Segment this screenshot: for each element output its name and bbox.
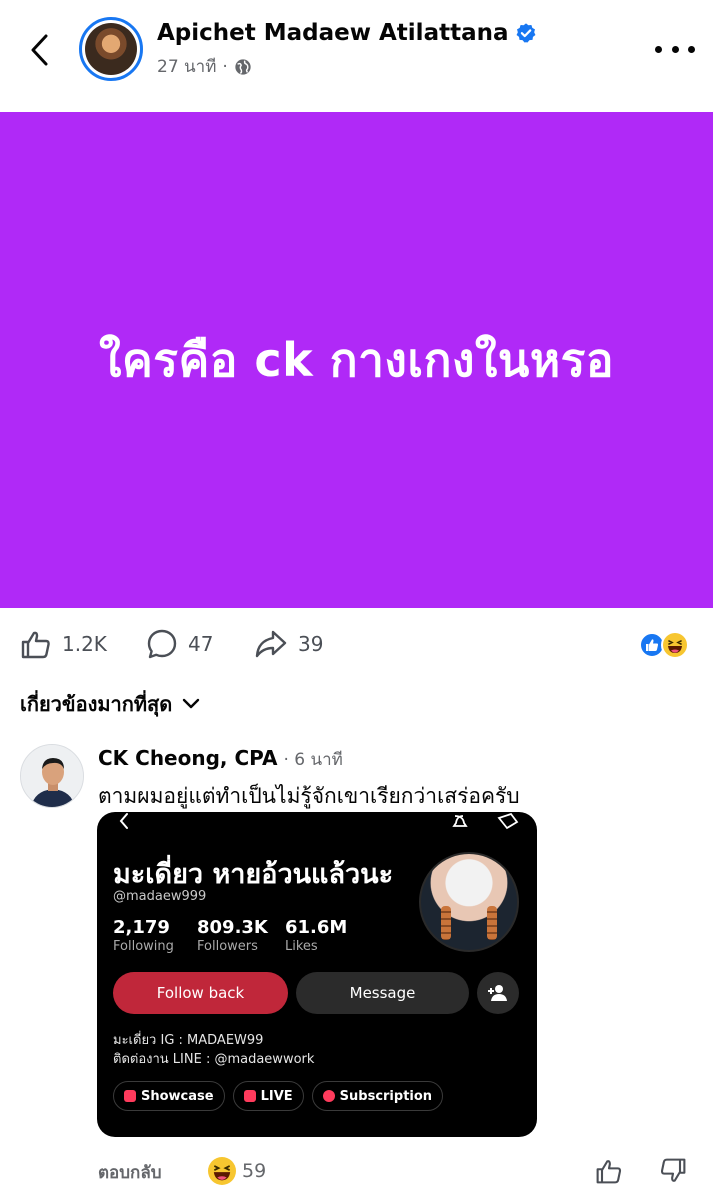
post-header: Apichet Madaew Atilattana 27 นาที ·: [0, 0, 713, 112]
chevron-left-icon: [31, 34, 48, 66]
comment-like-button[interactable]: [595, 1157, 623, 1189]
stat-label: Followers: [197, 939, 258, 954]
comment-footer: ตอบกลับ 59: [98, 1157, 698, 1187]
thumbs-up-icon: [21, 631, 50, 659]
globe-icon: [235, 58, 251, 75]
comment-header: CK Cheong, CPA · 6 นาที: [98, 746, 343, 773]
thumbs-down-icon: [660, 1158, 686, 1182]
stat-value: 809.3K: [197, 917, 268, 938]
dot-icon: [671, 45, 679, 53]
reply-button[interactable]: ตอบกลับ: [98, 1159, 162, 1186]
commenter-photo: [21, 745, 83, 807]
sort-label: เกี่ยวข้องมากที่สุด: [20, 692, 173, 716]
profile-chips: Showcase LIVE Subscription: [113, 1081, 444, 1111]
haha-reaction-icon: [208, 1157, 236, 1185]
more-options-button[interactable]: [655, 34, 695, 64]
meta-separator: ·: [222, 56, 228, 77]
shop-icon: [124, 1090, 136, 1102]
comment-time: · 6 นาที: [283, 750, 343, 770]
comment-reaction-count: 59: [242, 1160, 267, 1182]
stat-followers: 809.3K Followers: [197, 917, 268, 954]
chevron-down-icon: [183, 698, 200, 709]
earring-right: [487, 906, 497, 940]
post-action-bar: 1.2K 47 39: [0, 620, 713, 670]
bio-line: ติดต่องาน LINE : @madaewwork: [113, 1052, 315, 1067]
stat-label: Likes: [285, 939, 318, 954]
subscription-icon: [322, 1090, 335, 1102]
stat-value: 61.6M: [285, 917, 348, 938]
chip-showcase: Showcase: [113, 1081, 225, 1111]
comment-button[interactable]: 47: [146, 628, 213, 660]
stat-value: 2,179: [113, 917, 170, 938]
like-count: 1.2K: [62, 632, 107, 656]
share-button[interactable]: 39: [254, 628, 323, 660]
stat-following: 2,179 Following: [113, 917, 174, 954]
thumbs-up-icon: [596, 1160, 622, 1184]
add-user-icon: [488, 985, 507, 1001]
bio-line: มะเดี่ยว IG : MADAEW99: [113, 1033, 264, 1048]
post-meta: 27 นาที ·: [157, 53, 252, 80]
profile-bio: มะเดี่ยว IG : MADAEW99 ติดต่องาน LINE : …: [113, 1031, 314, 1069]
author-avatar[interactable]: [79, 17, 143, 81]
chip-label: Subscription: [339, 1088, 433, 1104]
comment-attached-image[interactable]: มะเดี่ยว หายอ้วนแล้วนะ @madaew999 2,179 …: [97, 812, 537, 1137]
cropped-top-icons: [119, 812, 519, 830]
post-text-background[interactable]: ใครคือ ck กางเกงในหรอ: [0, 112, 713, 608]
comment-reactions[interactable]: 59: [208, 1157, 266, 1185]
dot-icon: [655, 45, 662, 53]
message-button: Message: [296, 972, 469, 1014]
share-arrow-icon: [255, 630, 287, 658]
stat-likes: 61.6M Likes: [285, 917, 347, 954]
live-icon: [243, 1090, 256, 1102]
profile-handle: @madaew999: [113, 889, 207, 904]
back-button[interactable]: [22, 30, 56, 70]
post-time[interactable]: 27 นาที: [157, 53, 216, 80]
author-name[interactable]: Apichet Madaew Atilattana: [157, 20, 509, 46]
dot-icon: [688, 45, 695, 53]
comment-bubble-icon: [147, 629, 177, 659]
earring-left: [441, 906, 451, 940]
haha-reaction-icon: [661, 631, 689, 659]
stat-label: Following: [113, 939, 174, 954]
share-count: 39: [298, 632, 324, 656]
chip-live: LIVE: [232, 1081, 304, 1111]
profile-photo: [419, 852, 519, 952]
comment-count: 47: [188, 632, 214, 656]
chip-subscription: Subscription: [311, 1081, 444, 1111]
verified-badge-icon: [516, 23, 535, 43]
avatar-image: [85, 23, 137, 75]
add-friend-button: [477, 972, 519, 1014]
commenter-avatar[interactable]: [20, 744, 84, 808]
comment-sort-dropdown[interactable]: เกี่ยวข้องมากที่สุด: [20, 688, 200, 720]
chip-label: Showcase: [141, 1088, 214, 1104]
like-button[interactable]: 1.2K: [20, 628, 107, 660]
author-name-row[interactable]: Apichet Madaew Atilattana: [157, 20, 537, 46]
reaction-summary[interactable]: [639, 630, 695, 660]
follow-back-button: Follow back: [113, 972, 288, 1014]
post-text: ใครคือ ck กางเกงในหรอ: [99, 332, 614, 387]
commenter-name[interactable]: CK Cheong, CPA: [98, 746, 277, 770]
chip-label: LIVE: [260, 1088, 293, 1104]
comment-dislike-button[interactable]: [659, 1157, 687, 1189]
comment-text: ตามผมอยู่แต่ทำเป็นไม่รู้จักเขาเรียกว่าเส…: [98, 784, 520, 808]
